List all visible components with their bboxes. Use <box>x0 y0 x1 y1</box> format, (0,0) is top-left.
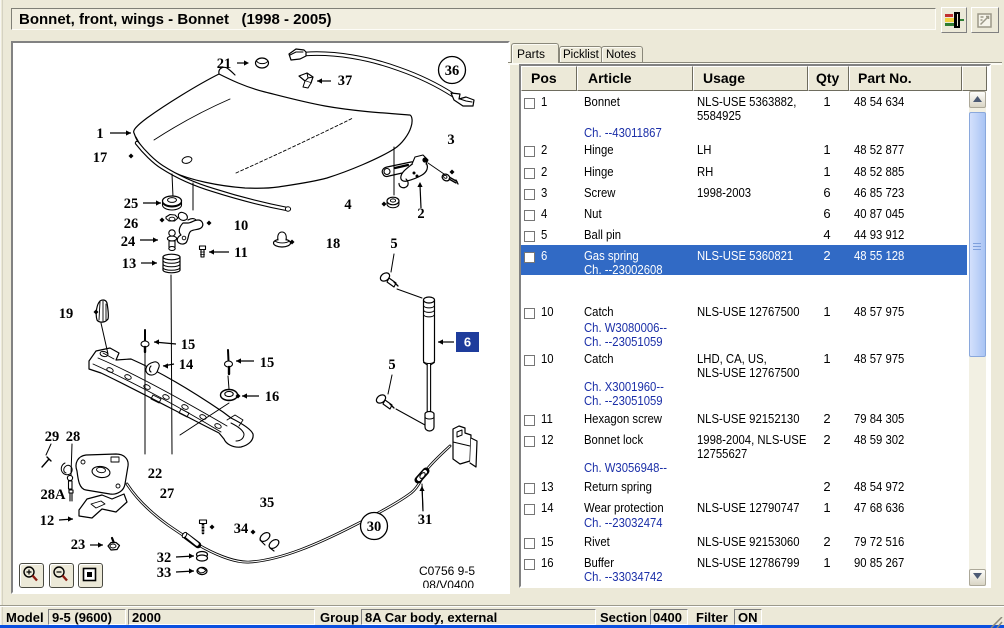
svg-text:5: 5 <box>390 236 397 252</box>
svg-text:1: 1 <box>96 126 103 142</box>
svg-text:13: 13 <box>122 256 137 272</box>
svg-text:30: 30 <box>367 519 382 535</box>
svg-text:35: 35 <box>260 495 275 511</box>
svg-text:3: 3 <box>447 132 454 148</box>
svg-text:5: 5 <box>388 357 395 373</box>
svg-text:11: 11 <box>234 245 248 261</box>
svg-text:28A: 28A <box>41 487 67 503</box>
svg-text:36: 36 <box>445 63 460 79</box>
svg-text:22: 22 <box>148 466 163 482</box>
svg-text:33: 33 <box>157 565 172 581</box>
svg-text:24: 24 <box>121 234 136 250</box>
svg-text:21: 21 <box>217 56 232 72</box>
svg-text:C0756 9-5: C0756 9-5 <box>419 564 475 578</box>
svg-text:18: 18 <box>326 236 341 252</box>
svg-text:14: 14 <box>179 357 194 373</box>
svg-text:15: 15 <box>181 337 196 353</box>
svg-text:27: 27 <box>160 486 175 502</box>
svg-text:12: 12 <box>40 513 55 529</box>
svg-text:28: 28 <box>66 429 81 445</box>
svg-text:26: 26 <box>124 216 139 232</box>
svg-text:34: 34 <box>234 521 249 537</box>
svg-text:2: 2 <box>417 206 424 222</box>
svg-text:08/V0400: 08/V0400 <box>423 578 475 588</box>
svg-text:19: 19 <box>59 306 74 322</box>
svg-text:10: 10 <box>234 218 249 234</box>
svg-text:37: 37 <box>338 73 353 89</box>
svg-text:16: 16 <box>265 389 280 405</box>
svg-text:6: 6 <box>464 335 471 350</box>
svg-text:17: 17 <box>93 150 108 166</box>
svg-text:29: 29 <box>45 429 60 445</box>
svg-text:4: 4 <box>344 197 351 213</box>
svg-text:15: 15 <box>260 355 275 371</box>
svg-text:23: 23 <box>71 537 86 553</box>
svg-text:31: 31 <box>418 512 433 528</box>
svg-text:25: 25 <box>124 196 139 212</box>
svg-text:32: 32 <box>157 550 172 566</box>
